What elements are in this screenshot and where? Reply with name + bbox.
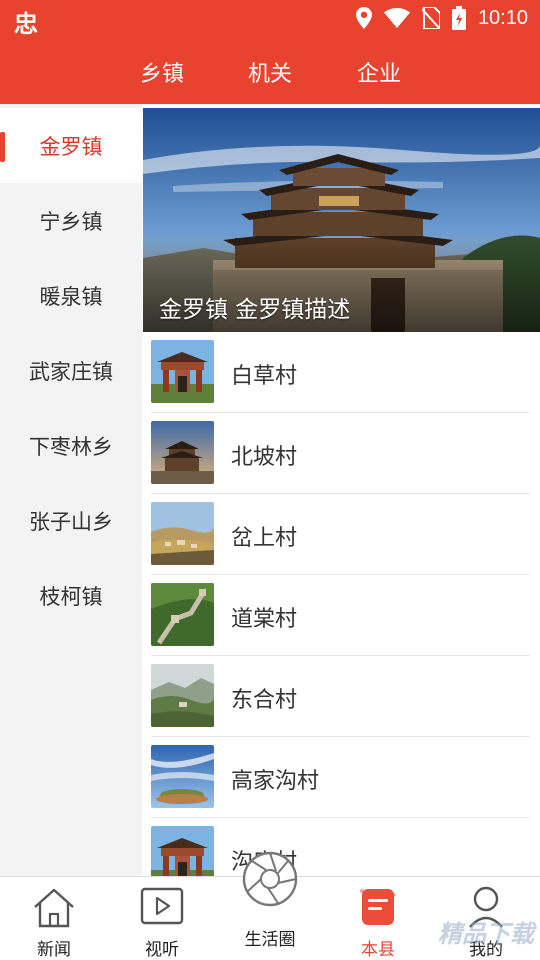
list-item[interactable]: 岔上村 bbox=[143, 494, 540, 575]
sidebar-item-wujiazhuang[interactable]: 武家庄镇 bbox=[0, 333, 142, 408]
sidebar-item-zhike[interactable]: 枝柯镇 bbox=[0, 558, 142, 633]
hill-town-icon bbox=[151, 502, 214, 565]
sidebar-item-nuanquan[interactable]: 暖泉镇 bbox=[0, 258, 142, 333]
tab-towns[interactable]: 乡镇 bbox=[140, 56, 184, 88]
home-icon bbox=[34, 888, 74, 928]
town-sidebar: 金罗镇 宁乡镇 暖泉镇 武家庄镇 下枣林乡 张子山乡 枝柯镇 bbox=[0, 104, 142, 876]
nav-county[interactable]: 本县 bbox=[324, 877, 432, 960]
nav-label: 本县 bbox=[361, 940, 395, 960]
village-name: 白草村 bbox=[231, 364, 298, 389]
great-wall-icon bbox=[151, 583, 214, 646]
nav-label: 生活圈 bbox=[244, 930, 296, 950]
top-tabs: 乡镇 机关 企业 bbox=[0, 38, 540, 104]
wifi-icon bbox=[383, 8, 410, 28]
mountain-icon bbox=[151, 664, 214, 727]
village-name: 道棠村 bbox=[231, 607, 298, 632]
aperture-icon bbox=[242, 851, 298, 907]
location-icon bbox=[355, 7, 372, 29]
gate-icon bbox=[151, 340, 214, 403]
play-icon bbox=[140, 887, 184, 925]
town-banner[interactable]: 金罗镇 金罗镇描述 bbox=[143, 108, 540, 332]
nav-label: 新闻 bbox=[37, 940, 71, 960]
document-icon bbox=[360, 889, 396, 925]
nav-label: 视听 bbox=[145, 940, 179, 960]
list-item[interactable]: 高家沟村 bbox=[143, 737, 540, 818]
sidebar-item-xiazaolin[interactable]: 下枣林乡 bbox=[0, 408, 142, 483]
app-logo-icon: 忠 bbox=[14, 10, 38, 38]
nav-news[interactable]: 新闻 bbox=[0, 877, 108, 960]
sidebar-item-jinluo[interactable]: 金罗镇 bbox=[0, 108, 142, 183]
status-bar: 忠 10:10 bbox=[0, 0, 540, 38]
tab-agencies[interactable]: 机关 bbox=[248, 56, 292, 88]
sidebar-item-ningxiang[interactable]: 宁乡镇 bbox=[0, 183, 142, 258]
status-icons: 10:10 bbox=[355, 6, 528, 30]
tower-icon bbox=[151, 421, 214, 484]
village-name: 岔上村 bbox=[231, 526, 298, 551]
no-sim-icon bbox=[421, 7, 440, 29]
sidebar-item-zhangzishan[interactable]: 张子山乡 bbox=[0, 483, 142, 558]
gate-icon bbox=[151, 826, 214, 876]
banner-caption: 金罗镇 金罗镇描述 bbox=[159, 297, 351, 323]
nav-media[interactable]: 视听 bbox=[108, 877, 216, 960]
list-item[interactable]: 沟底村 bbox=[143, 818, 540, 876]
list-item[interactable]: 东合村 bbox=[143, 656, 540, 737]
list-item[interactable]: 道棠村 bbox=[143, 575, 540, 656]
village-name: 高家沟村 bbox=[231, 769, 320, 794]
list-item[interactable]: 白草村 bbox=[143, 332, 540, 413]
sky-island-icon bbox=[151, 745, 214, 808]
village-name: 东合村 bbox=[231, 688, 298, 713]
nav-life-circle[interactable]: 生活圈 bbox=[216, 851, 324, 960]
village-name: 北坡村 bbox=[231, 445, 298, 470]
clock: 10:10 bbox=[477, 6, 528, 29]
list-item[interactable]: 北坡村 bbox=[143, 413, 540, 494]
battery-icon bbox=[451, 6, 466, 30]
tab-enterprises[interactable]: 企业 bbox=[357, 56, 401, 88]
watermark: 精品下载 bbox=[438, 920, 534, 948]
village-list: 白草村 北坡村 岔上村 道棠村 东合村 高家沟村 bbox=[143, 332, 540, 876]
